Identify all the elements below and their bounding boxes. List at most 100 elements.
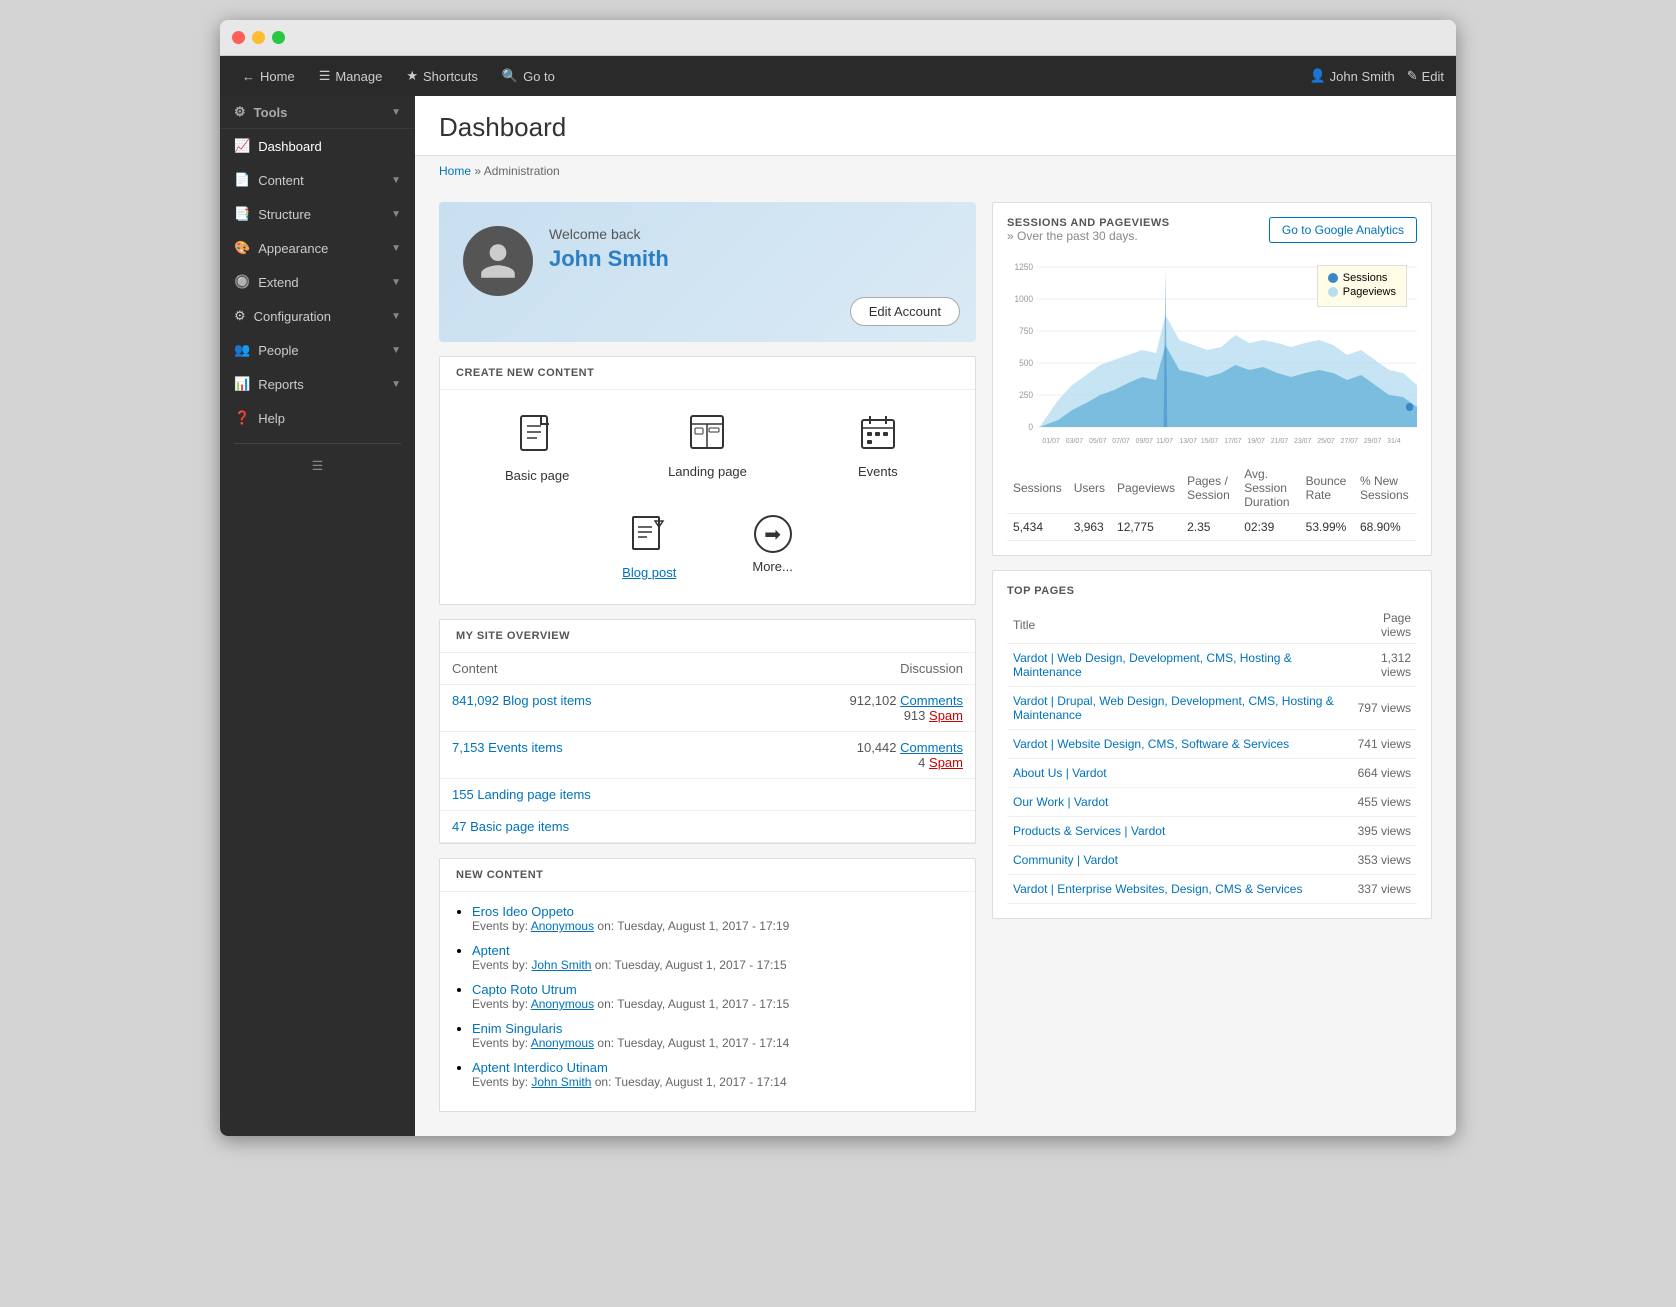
blog-post-label: Blog post — [622, 565, 676, 580]
row-count-type[interactable]: 7,153 Events items — [452, 740, 563, 755]
author-link[interactable]: Anonymous — [531, 919, 594, 933]
more-icon: ➡ — [754, 515, 792, 553]
more-label: More... — [752, 559, 792, 574]
svg-text:31/4: 31/4 — [1387, 436, 1401, 445]
svg-text:01/07: 01/07 — [1042, 436, 1059, 445]
page-title-link[interactable]: Vardot | Web Design, Development, CMS, H… — [1013, 651, 1292, 679]
sidebar-item-dashboard[interactable]: 📈 Dashboard — [220, 129, 415, 163]
svg-text:29/07: 29/07 — [1364, 436, 1381, 445]
page-views: 1,312 views — [1348, 644, 1417, 687]
content-title-link[interactable]: Aptent — [472, 943, 510, 958]
basic-page-icon — [519, 414, 555, 462]
row-count-type[interactable]: 47 Basic page items — [452, 819, 569, 834]
col-discussion: Discussion — [731, 653, 975, 685]
stat-bounce-rate: 53.99% — [1300, 514, 1354, 541]
reports-icon: 📊 — [234, 376, 250, 392]
spam-link[interactable]: Spam — [929, 708, 963, 723]
edit-nav-item[interactable]: ✎ Edit — [1407, 68, 1444, 84]
sidebar-tools-label-wrapper: ⚙ Tools — [234, 104, 287, 120]
table-row: 155 Landing page items — [440, 779, 975, 811]
list-item: Aptent Events by: John Smith on: Tuesday… — [472, 943, 959, 972]
page-title-link[interactable]: Our Work | Vardot — [1013, 795, 1108, 809]
landing-page-label: Landing page — [668, 464, 747, 479]
page-title-link[interactable]: Community | Vardot — [1013, 853, 1118, 867]
sessions-legend-label: Sessions — [1343, 272, 1388, 284]
welcome-card: Welcome back John Smith Edit Account — [439, 202, 976, 342]
events-icon — [860, 414, 896, 458]
new-content-header: NEW CONTENT — [440, 859, 975, 892]
table-row: Our Work | Vardot 455 views — [1007, 788, 1417, 817]
list-item: Aptent Interdico Utinam Events by: John … — [472, 1060, 959, 1089]
row-count: 841,092 — [452, 693, 499, 708]
sidebar-item-people[interactable]: 👥 People ▼ — [220, 333, 415, 367]
create-basic-page[interactable]: Basic page — [456, 406, 618, 491]
sidebar-collapse-button[interactable]: ☰ — [220, 452, 415, 480]
close-button[interactable] — [232, 31, 245, 44]
comments-link[interactable]: Comments — [900, 693, 963, 708]
page-title-link[interactable]: About Us | Vardot — [1013, 766, 1107, 780]
shortcuts-nav-item[interactable]: ★ Shortcuts — [396, 64, 488, 88]
goto-nav-item[interactable]: 🔍 Go to — [492, 64, 565, 88]
content-title-link[interactable]: Eros Ideo Oppeto — [472, 904, 574, 919]
content-meta: Events by: Anonymous on: Tuesday, August… — [472, 919, 959, 933]
sidebar-item-label: Structure — [258, 207, 311, 222]
spam-link[interactable]: Spam — [929, 755, 963, 770]
appearance-icon: 🎨 — [234, 240, 250, 256]
site-overview-header: MY SITE OVERVIEW — [440, 620, 975, 653]
svg-text:21/07: 21/07 — [1271, 436, 1288, 445]
sidebar-item-label: People — [258, 343, 298, 358]
maximize-button[interactable] — [272, 31, 285, 44]
author-link[interactable]: Anonymous — [531, 997, 594, 1011]
comments-link[interactable]: Comments — [900, 740, 963, 755]
sidebar-item-extend[interactable]: 🔘 Extend ▼ — [220, 265, 415, 299]
author-link[interactable]: Anonymous — [531, 1036, 594, 1050]
site-overview-table: Content Discussion 841,092 Blog post ite… — [440, 653, 975, 843]
breadcrumb-home[interactable]: Home — [439, 164, 471, 178]
author-link[interactable]: John Smith — [531, 1075, 591, 1089]
top-pages-card: TOP PAGES Title Page views Vardot | W — [992, 570, 1432, 919]
user-nav-item[interactable]: 👤 John Smith — [1309, 68, 1394, 84]
sidebar-item-content[interactable]: 📄 Content ▼ — [220, 163, 415, 197]
content-title-link[interactable]: Capto Roto Utrum — [472, 982, 577, 997]
row-count-type[interactable]: 841,092 Blog post items — [452, 693, 592, 708]
minimize-button[interactable] — [252, 31, 265, 44]
content-title-link[interactable]: Aptent Interdico Utinam — [472, 1060, 608, 1075]
home-nav-item[interactable]: ← Home — [232, 65, 305, 88]
create-more[interactable]: ➡ More... — [744, 507, 800, 588]
svg-text:15/07: 15/07 — [1201, 436, 1218, 445]
chevron-down-icon: ▼ — [391, 175, 401, 186]
user-label: John Smith — [1330, 69, 1395, 84]
col-users: Users — [1068, 463, 1111, 514]
create-blog-post[interactable]: Blog post — [614, 507, 684, 588]
stat-pageviews: 12,775 — [1111, 514, 1181, 541]
sidebar-item-help[interactable]: ❓ Help — [220, 401, 415, 435]
sidebar-item-structure[interactable]: 📑 Structure ▼ — [220, 197, 415, 231]
page-title-link[interactable]: Vardot | Drupal, Web Design, Development… — [1013, 694, 1334, 722]
sidebar-item-label: Extend — [258, 275, 298, 290]
avatar — [463, 226, 533, 296]
content-title-link[interactable]: Enim Singularis — [472, 1021, 562, 1036]
sidebar-item-appearance[interactable]: 🎨 Appearance ▼ — [220, 231, 415, 265]
create-landing-page[interactable]: Landing page — [626, 406, 788, 491]
sidebar-item-configuration[interactable]: ⚙ Configuration ▼ — [220, 299, 415, 333]
row-count-type[interactable]: 155 Landing page items — [452, 787, 591, 802]
go-to-ga-button[interactable]: Go to Google Analytics — [1269, 217, 1417, 243]
page-views: 455 views — [1348, 788, 1417, 817]
create-events[interactable]: Events — [797, 406, 959, 491]
content-icon: 📄 — [234, 172, 250, 188]
author-link[interactable]: John Smith — [531, 958, 591, 972]
chevron-down-icon: ▼ — [391, 311, 401, 322]
page-title-link[interactable]: Vardot | Website Design, CMS, Software &… — [1013, 737, 1289, 751]
table-row: 7,153 Events items 10,442 Comments 4 Spa… — [440, 732, 975, 779]
star-icon: ★ — [406, 68, 418, 84]
content-inner: Welcome back John Smith Edit Account CRE… — [415, 190, 1456, 1136]
left-column: Welcome back John Smith Edit Account CRE… — [439, 202, 976, 1112]
page-title-link[interactable]: Vardot | Enterprise Websites, Design, CM… — [1013, 882, 1302, 896]
manage-label: Manage — [335, 69, 382, 84]
spam-count: 913 — [904, 708, 926, 723]
edit-account-button[interactable]: Edit Account — [850, 297, 960, 326]
page-title-link[interactable]: Products & Services | Vardot — [1013, 824, 1165, 838]
sidebar-item-reports[interactable]: 📊 Reports ▼ — [220, 367, 415, 401]
manage-nav-item[interactable]: ☰ Manage — [309, 64, 393, 88]
svg-text:11/07: 11/07 — [1156, 436, 1173, 445]
